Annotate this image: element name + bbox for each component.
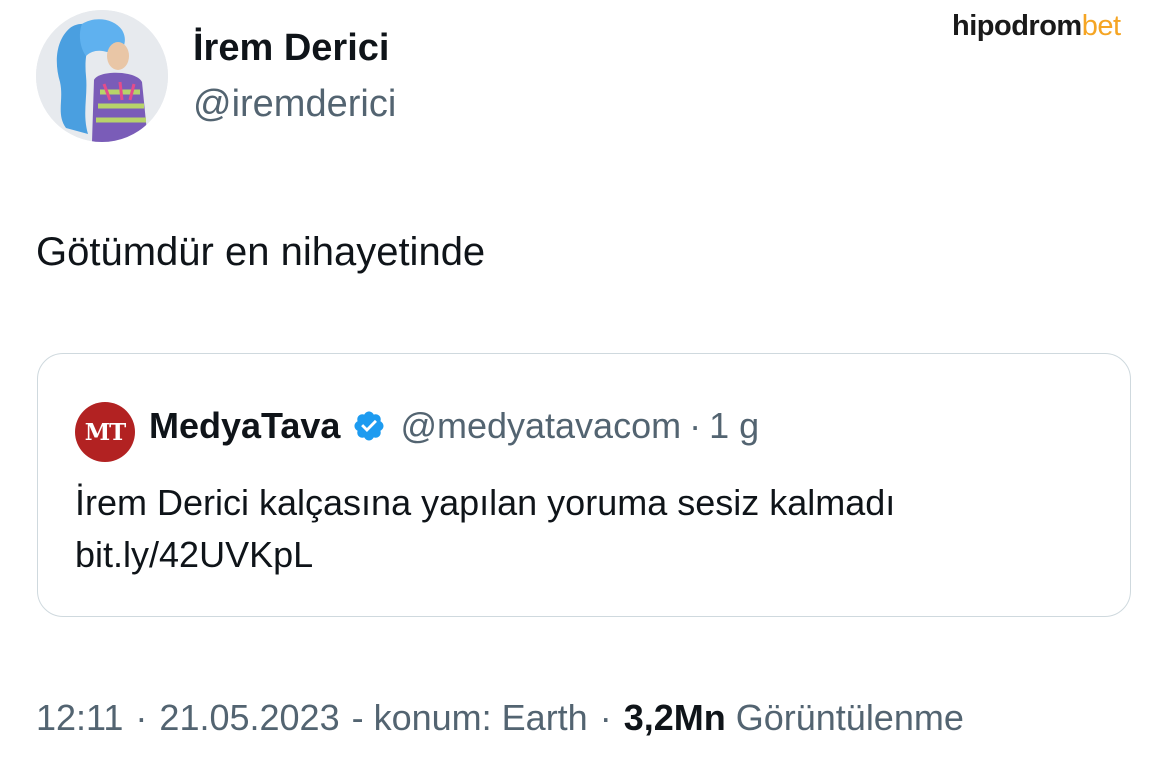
quoted-tweet-header: MedyaTava @medyatavacom · 1 g: [149, 404, 759, 448]
tweet-text: Götümdür en nihayetinde: [36, 230, 486, 274]
quoted-tweet-text: İrem Derici kalçasına yapılan yoruma ses…: [75, 477, 1115, 581]
tweet-meta: 12:11 · 21.05.2023 - konum: Earth · 3,2M…: [36, 692, 964, 744]
quoted-timestamp[interactable]: 1 g: [709, 405, 759, 447]
quoted-link[interactable]: bit.ly/42UVKpL: [75, 529, 1115, 581]
tweet-location: - konum: Earth: [351, 697, 588, 738]
author-avatar[interactable]: [36, 10, 168, 142]
watermark-part1: hipodrom: [952, 10, 1082, 42]
watermark-logo: hipodrombet: [952, 8, 1121, 44]
meta-separator: ·: [599, 697, 612, 738]
author-display-name[interactable]: İrem Derici: [193, 24, 389, 72]
watermark-part2: bet: [1081, 10, 1121, 42]
views-count[interactable]: 3,2Mn: [624, 697, 726, 739]
meta-separator: ·: [135, 697, 148, 738]
quoted-tweet-card[interactable]: MT MedyaTava @medyatavacom · 1 g İrem De…: [37, 353, 1131, 617]
views-label[interactable]: Görüntülenme: [736, 697, 964, 739]
verified-badge-icon: [352, 409, 386, 443]
quoted-author-handle[interactable]: @medyatavacom: [400, 405, 681, 447]
quoted-author-name[interactable]: MedyaTava: [149, 405, 340, 447]
quoted-author-avatar[interactable]: MT: [75, 402, 135, 462]
quoted-separator: ·: [689, 405, 702, 446]
avatar-image: [36, 10, 168, 142]
quoted-logo-text: MT: [84, 418, 127, 446]
quoted-text-line: İrem Derici kalçasına yapılan yoruma ses…: [75, 482, 896, 523]
author-handle[interactable]: @iremderici: [193, 80, 396, 128]
tweet-date[interactable]: 21.05.2023: [159, 697, 339, 739]
tweet-time[interactable]: 12:11: [36, 697, 123, 739]
